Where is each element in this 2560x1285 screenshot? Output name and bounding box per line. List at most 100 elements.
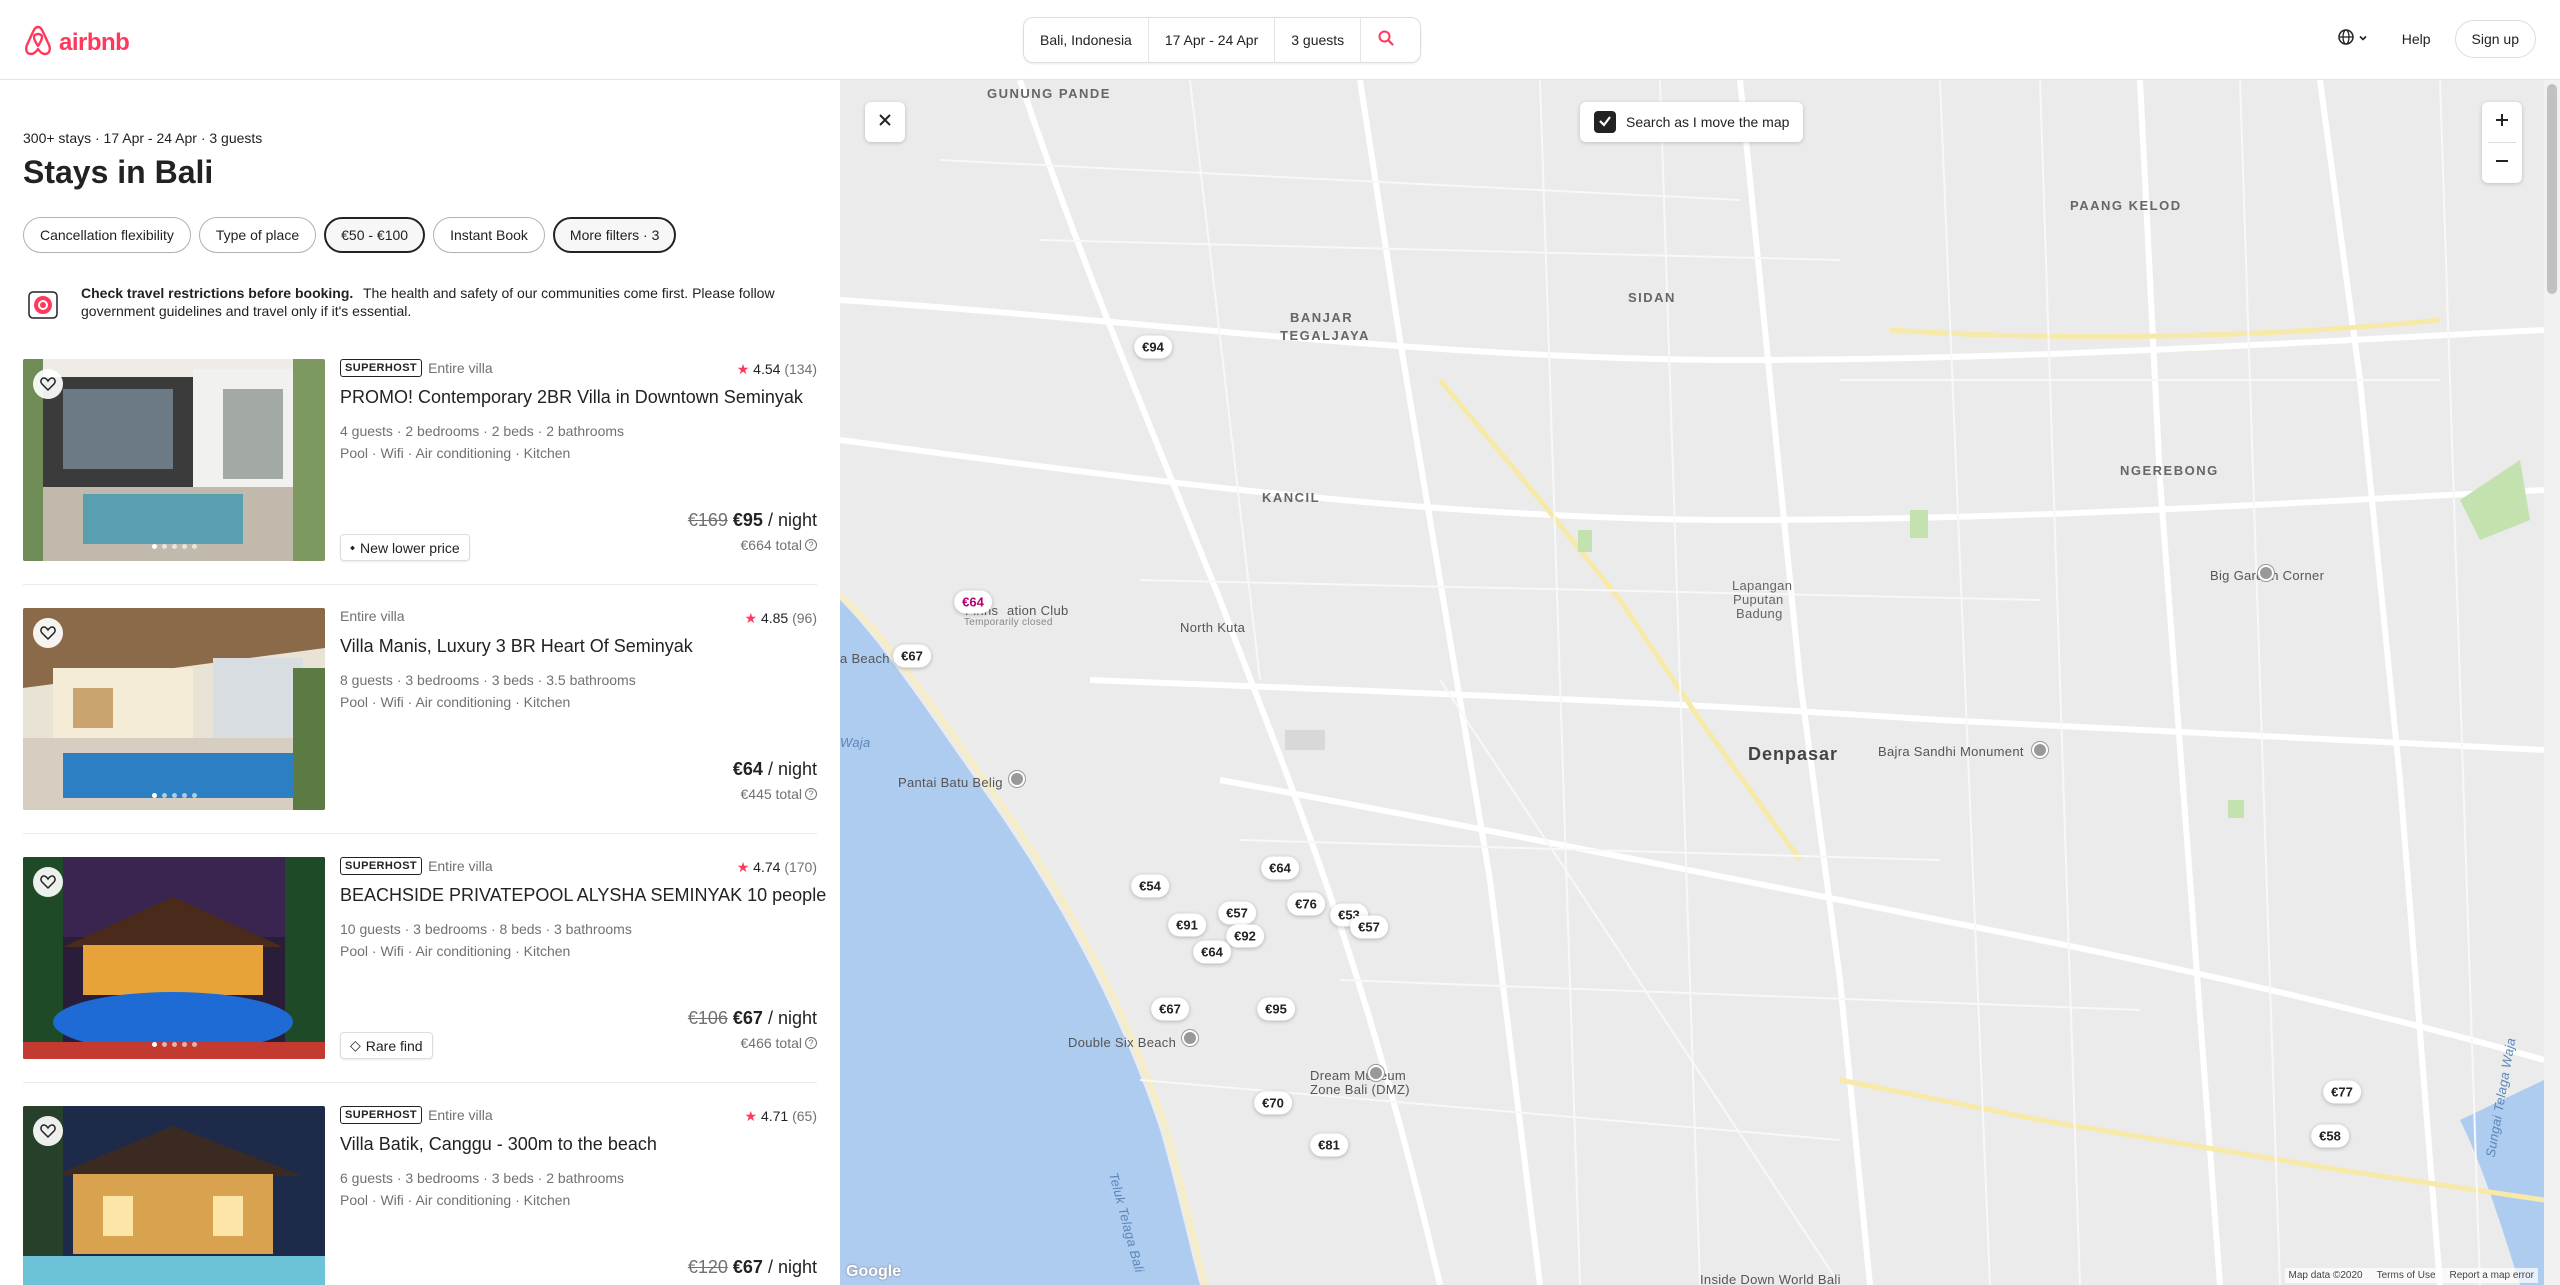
map-label: NGEREBONG: [2120, 463, 2219, 478]
close-map-button[interactable]: [865, 102, 905, 142]
poi-marker[interactable]: [2258, 565, 2274, 581]
rare-find-badge: ◇ Rare find: [340, 1032, 433, 1059]
price-pin[interactable]: €67: [1151, 997, 1189, 1021]
poi-marker[interactable]: [1368, 1065, 1384, 1081]
photo-dots: [23, 793, 325, 798]
filter-instant-book[interactable]: Instant Book: [433, 217, 545, 253]
search-as-move-label: Search as I move the map: [1626, 114, 1790, 130]
airbnb-logo-icon: [23, 24, 53, 61]
listing-info: SUPERHOST Entire villa ★ 4.71 (65) Villa…: [340, 1106, 817, 1285]
price-pin[interactable]: €58: [2311, 1124, 2349, 1148]
save-heart-button[interactable]: [33, 867, 63, 897]
price-pin[interactable]: €76: [1287, 892, 1325, 916]
price-pin[interactable]: €95: [1257, 997, 1295, 1021]
price-pin[interactable]: €57: [1218, 901, 1256, 925]
poi-marker[interactable]: [2032, 742, 2048, 758]
badge-label: Rare find: [365, 1037, 423, 1054]
map-label: Zone Bali (DMZ): [1310, 1082, 1410, 1097]
map-label: North Kuta: [1180, 620, 1246, 635]
listing-rating: ★ 4.74 (170): [737, 859, 817, 876]
travel-notice-bold[interactable]: Check travel restrictions before booking…: [81, 285, 353, 301]
listing-card[interactable]: Entire villa ★ 4.85 (96) Villa Manis, Lu…: [23, 608, 817, 834]
rating-value: 4.74: [753, 859, 781, 875]
price-pin[interactable]: €77: [2323, 1080, 2361, 1104]
search-as-move-toggle[interactable]: Search as I move the map: [1580, 102, 1804, 142]
listing-photo[interactable]: [23, 359, 325, 561]
listing-info: SUPERHOST Entire villa ★ 4.54 (134) PROM…: [340, 359, 817, 561]
listing-tagline: SUPERHOST Entire villa: [340, 1106, 493, 1124]
price-pin[interactable]: €94: [1134, 335, 1172, 359]
map-label: Dream Museum: [1310, 1068, 1407, 1083]
map-canvas: [840, 80, 2544, 1285]
rating-value: 4.54: [753, 361, 781, 377]
search-dates[interactable]: 17 Apr - 24 Apr: [1149, 18, 1276, 62]
heart-icon: [40, 874, 56, 890]
listing-title[interactable]: Villa Batik, Canggu - 300m to the beach: [340, 1134, 657, 1155]
listing-rating: ★ 4.71 (65): [745, 1108, 818, 1125]
terms-link[interactable]: Terms of Use: [2377, 1270, 2436, 1281]
search-as-move-checkbox[interactable]: [1594, 111, 1616, 133]
total-price: €445 total: [740, 786, 803, 802]
search-guests[interactable]: 3 guests: [1275, 18, 1362, 62]
listing-photo[interactable]: [23, 1106, 325, 1285]
filter-type-of-place[interactable]: Type of place: [198, 217, 317, 253]
results-map[interactable]: GUNUNG PANDE PAANG KELOD SIDAN BANJAR TE…: [840, 80, 2544, 1285]
signup-button[interactable]: Sign up: [2454, 20, 2536, 58]
save-heart-button[interactable]: [33, 1116, 63, 1146]
price-pin[interactable]: €81: [1310, 1133, 1348, 1157]
zoom-in-button[interactable]: [2482, 102, 2522, 142]
map-label: Badung: [1736, 606, 1783, 621]
plus-icon: [2494, 112, 2510, 133]
report-error-link[interactable]: Report a map error: [2450, 1270, 2534, 1281]
filter-more[interactable]: More filters · 3: [552, 217, 677, 253]
price-pin[interactable]: €67: [893, 644, 931, 668]
superhost-badge: SUPERHOST: [340, 857, 423, 875]
review-count: (134): [784, 361, 817, 377]
listing-total[interactable]: €445 total ?: [740, 786, 817, 802]
listing-title[interactable]: BEACHSIDE PRIVATEPOOL ALYSHA SEMINYAK 10…: [340, 885, 826, 906]
listing-card[interactable]: SUPERHOST Entire villa ★ 4.54 (134) PROM…: [23, 359, 817, 585]
map-label: GUNUNG PANDE: [987, 86, 1111, 101]
page-scrollbar[interactable]: [2544, 80, 2560, 1285]
search-bar[interactable]: Bali, Indonesia 17 Apr - 24 Apr 3 guests: [1023, 17, 1421, 63]
listing-total[interactable]: €466 total ?: [741, 1035, 817, 1051]
help-link[interactable]: Help: [2392, 23, 2441, 55]
listing-title[interactable]: Villa Manis, Luxury 3 BR Heart Of Seminy…: [340, 636, 693, 657]
photo-dots: [23, 1042, 325, 1047]
price-pin[interactable]: €64: [1193, 940, 1231, 964]
price-pin[interactable]: €64: [1261, 856, 1299, 880]
listing-total[interactable]: €664 total ?: [741, 537, 817, 553]
divider: [23, 584, 817, 585]
save-heart-button[interactable]: [33, 369, 63, 399]
price-pin[interactable]: €54: [1131, 874, 1169, 898]
poi-marker[interactable]: [1009, 771, 1025, 787]
listing-rating: ★ 4.54 (134): [737, 361, 817, 378]
airbnb-logo[interactable]: airbnb: [23, 24, 130, 61]
language-button[interactable]: [2328, 21, 2378, 58]
filter-cancellation[interactable]: Cancellation flexibility: [23, 217, 191, 253]
listing-tagline: Entire villa: [340, 608, 405, 624]
travel-notice-text: Check travel restrictions before booking…: [81, 284, 803, 324]
price-pin[interactable]: €64: [954, 590, 992, 614]
filter-price[interactable]: €50 - €100: [324, 217, 426, 253]
listing-photo[interactable]: [23, 857, 325, 1059]
price-pin[interactable]: €57: [1350, 915, 1388, 939]
zoom-out-button[interactable]: [2482, 143, 2522, 183]
listing-photo[interactable]: [23, 608, 325, 810]
search-button[interactable]: [1361, 18, 1411, 62]
scrollbar-thumb[interactable]: [2547, 84, 2557, 294]
listing-type: Entire villa: [340, 608, 405, 624]
listing-card[interactable]: SUPERHOST Entire villa ★ 4.74 (170) BEAC…: [23, 857, 826, 1083]
price-pin[interactable]: €70: [1254, 1091, 1292, 1115]
listing-title[interactable]: PROMO! Contemporary 2BR Villa in Downtow…: [340, 387, 803, 408]
poi-marker[interactable]: [1182, 1030, 1198, 1046]
map-label: SIDAN: [1628, 290, 1676, 305]
save-heart-button[interactable]: [33, 618, 63, 648]
search-location[interactable]: Bali, Indonesia: [1024, 18, 1149, 62]
listing-card[interactable]: SUPERHOST Entire villa ★ 4.71 (65) Villa…: [23, 1106, 817, 1285]
globe-icon: [2337, 28, 2354, 50]
listing-amenities: Pool · Wifi · Air conditioning · Kitchen: [340, 943, 571, 959]
price-pin[interactable]: €92: [1226, 924, 1264, 948]
price-pin[interactable]: €91: [1168, 913, 1206, 937]
divider: [23, 833, 817, 834]
